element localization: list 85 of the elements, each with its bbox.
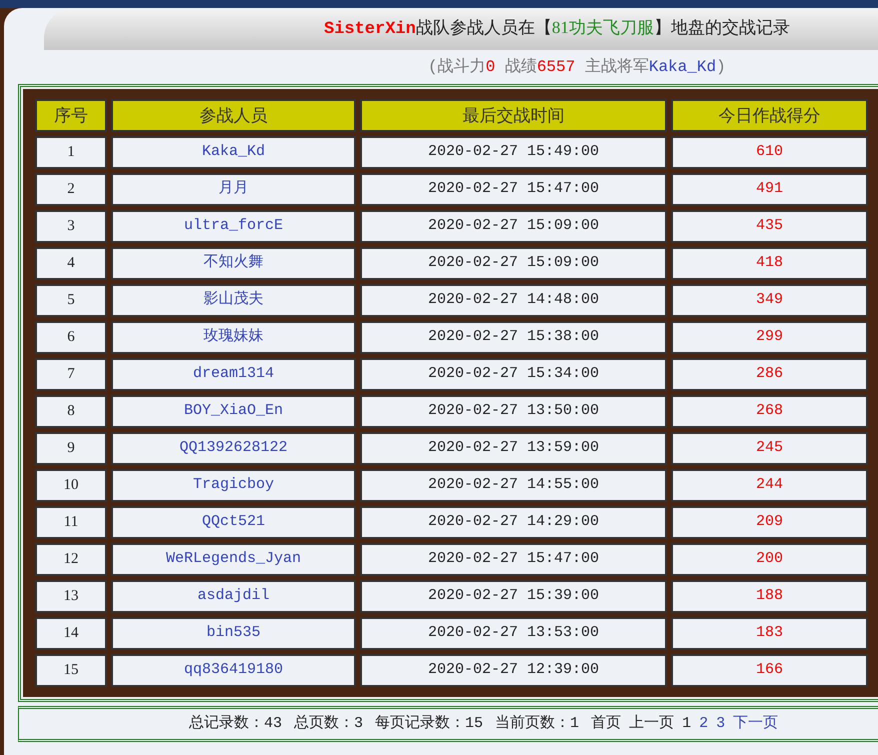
summary-part: 战绩 <box>504 58 537 76</box>
title-part: 】地盘的交战记录 <box>654 18 790 38</box>
player-name-link[interactable]: 影山茂夫 <box>111 284 356 317</box>
table-cell: 2020-02-27 15:47:00 <box>360 173 667 206</box>
table-cell: 2020-02-27 15:39:00 <box>360 580 667 613</box>
player-name-link[interactable]: qq836419180 <box>111 654 356 687</box>
page-link[interactable]: 3 <box>716 712 726 736</box>
summary-part: 6557 <box>536 58 576 76</box>
player-name-link[interactable]: 不知火舞 <box>111 247 356 280</box>
table-cell: 4 <box>35 247 107 280</box>
table-cell: 12 <box>35 543 107 576</box>
record-stat: 总页数：3 <box>294 714 364 734</box>
score-cell: 268 <box>671 395 868 428</box>
record-stat: 当前页数：1 <box>495 714 580 734</box>
table-cell: 1 <box>35 136 107 169</box>
player-name-link[interactable]: ultra_forcE <box>111 210 356 243</box>
score-cell: 491 <box>671 173 868 206</box>
summary-part: 0 <box>486 58 496 76</box>
table-cell: 2020-02-27 13:59:00 <box>360 432 667 465</box>
title-part: 战队参战人员在【 <box>416 18 552 38</box>
player-name-link[interactable]: Tragicboy <box>111 469 356 502</box>
score-cell: 418 <box>671 247 868 280</box>
page-label: 首页 <box>591 714 622 734</box>
table-cell: 2020-02-27 13:53:00 <box>360 617 667 650</box>
table-cell: 2020-02-27 12:39:00 <box>360 654 667 687</box>
player-name-link[interactable]: QQct521 <box>111 506 356 539</box>
title-part: SisterXin <box>324 20 416 40</box>
record-stat: 总记录数：43 <box>189 714 282 734</box>
title-part: 81功夫飞刀服 <box>552 18 654 38</box>
player-name-link[interactable]: 月月 <box>111 173 356 206</box>
page-link[interactable]: 下一页 <box>733 712 778 736</box>
table-cell: 5 <box>35 284 107 317</box>
page-label: 1 <box>682 714 692 734</box>
column-header: 今日作战得分 <box>671 99 868 132</box>
table-cell: 14 <box>35 617 107 650</box>
table-cell: 2020-02-27 14:29:00 <box>360 506 667 539</box>
score-cell: 166 <box>671 654 868 687</box>
table-cell: 9 <box>35 432 107 465</box>
table-cell: 2020-02-27 13:50:00 <box>360 395 667 428</box>
table-cell: 2020-02-27 14:55:00 <box>360 469 667 502</box>
column-header: 参战人员 <box>111 99 356 132</box>
player-name-link[interactable]: dream1314 <box>111 358 356 391</box>
player-name-link[interactable]: bin535 <box>111 617 356 650</box>
table-cell: 7 <box>35 358 107 391</box>
table-cell: 2020-02-27 14:48:00 <box>360 284 667 317</box>
player-name-link[interactable]: Kaka_Kd <box>111 136 356 169</box>
table-cell: 8 <box>35 395 107 428</box>
table-cell: 13 <box>35 580 107 613</box>
score-cell: 245 <box>671 432 868 465</box>
summary-part: (战斗力 <box>428 58 486 76</box>
column-header: 最后交战时间 <box>360 99 667 132</box>
player-name-link[interactable]: QQ1392628122 <box>111 432 356 465</box>
score-cell: 435 <box>671 210 868 243</box>
table-cell: 3 <box>35 210 107 243</box>
score-cell: 200 <box>671 543 868 576</box>
summary-part: ) <box>716 58 726 76</box>
table-cell: 6 <box>35 321 107 354</box>
table-cell: 2020-02-27 15:34:00 <box>360 358 667 391</box>
record-stat: 每页记录数：15 <box>375 714 484 734</box>
summary-part: Kaka_Kd <box>648 58 716 76</box>
table-cell: 2020-02-27 15:49:00 <box>360 136 667 169</box>
score-cell: 188 <box>671 580 868 613</box>
player-name-link[interactable]: BOY_XiaO_En <box>111 395 356 428</box>
score-cell: 209 <box>671 506 868 539</box>
table-cell: 10 <box>35 469 107 502</box>
table-cell: 2020-02-27 15:47:00 <box>360 543 667 576</box>
player-name-link[interactable]: WeRLegends_Jyan <box>111 543 356 576</box>
table-cell: 2 <box>35 173 107 206</box>
page-link[interactable]: 2 <box>699 712 708 736</box>
player-name-link[interactable]: 玫瑰妹妹 <box>111 321 356 354</box>
table-cell: 2020-02-27 15:38:00 <box>360 321 667 354</box>
page-label: 上一页 <box>629 714 674 734</box>
score-cell: 349 <box>671 284 868 317</box>
column-header: 序号 <box>35 99 107 132</box>
table-cell: 11 <box>35 506 107 539</box>
score-cell: 244 <box>671 469 868 502</box>
table-cell: 15 <box>35 654 107 687</box>
score-cell: 286 <box>671 358 868 391</box>
summary-part: 主战将军 <box>584 58 649 76</box>
score-cell: 610 <box>671 136 868 169</box>
table-cell: 2020-02-27 15:09:00 <box>360 247 667 280</box>
score-cell: 183 <box>671 617 868 650</box>
score-cell: 299 <box>671 321 868 354</box>
table-cell: 2020-02-27 15:09:00 <box>360 210 667 243</box>
player-name-link[interactable]: asdajdil <box>111 580 356 613</box>
